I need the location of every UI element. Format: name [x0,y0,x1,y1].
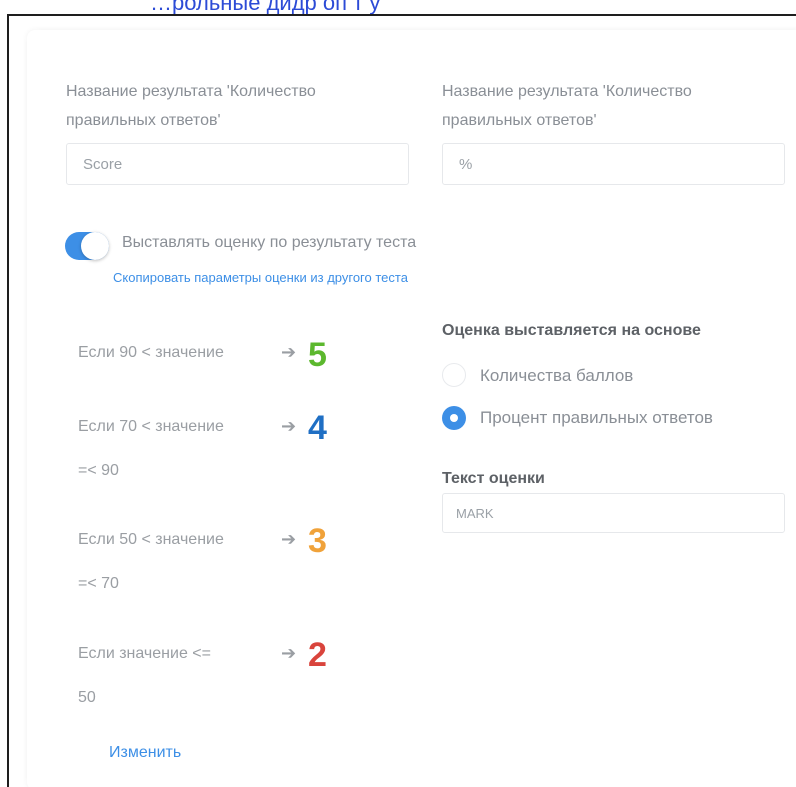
radio-points[interactable] [442,363,466,387]
mark-text-input[interactable]: MARK [442,493,785,533]
grade-value: 3 [308,522,327,560]
arrow-right-icon: ➔ [281,529,297,549]
mark-text-heading: Текст оценки [442,470,545,487]
rule-condition-cont: =< 90 [78,462,119,479]
radio-points-label[interactable]: Количества баллов [480,366,633,386]
frame-border-top [7,14,796,16]
frame-border-left [7,14,9,787]
radio-percent-label[interactable]: Процент правильных ответов [480,408,713,428]
grade-value: 2 [308,636,327,674]
result-name-right-input[interactable]: % [442,143,785,185]
result-name-left-input[interactable]: Score [66,143,409,185]
radio-percent[interactable] [442,406,466,430]
rule-condition: Если 90 < значение [78,344,224,361]
rule-condition-cont: =< 70 [78,575,119,592]
rule-condition: Если 70 < значение [78,418,224,435]
arrow-right-icon: ➔ [281,416,297,436]
rule-condition: Если значение <= [78,645,211,662]
grading-settings-page: …рольные дидр оп т у Название результата… [0,0,796,787]
basis-heading: Оценка выставляется на основе [442,322,701,339]
arrow-right-icon: ➔ [281,342,297,362]
grade-value: 4 [308,409,327,447]
rule-condition-cont: 50 [78,689,96,706]
toggle-knob [81,232,109,260]
arrow-right-icon: ➔ [281,643,297,663]
copy-params-link[interactable]: Скопировать параметры оценки из другого … [113,270,408,285]
grading-toggle[interactable] [65,232,109,260]
radio-dot-icon [450,414,458,422]
result-name-right-label: Название результата 'Количество правильн… [442,83,692,129]
rule-condition: Если 50 < значение [78,531,224,548]
grading-toggle-label: Выставлять оценку по результату теста [122,234,417,251]
result-name-left-label: Название результата 'Количество правильн… [66,83,316,129]
edit-link[interactable]: Изменить [109,744,181,762]
grade-value: 5 [308,336,327,374]
